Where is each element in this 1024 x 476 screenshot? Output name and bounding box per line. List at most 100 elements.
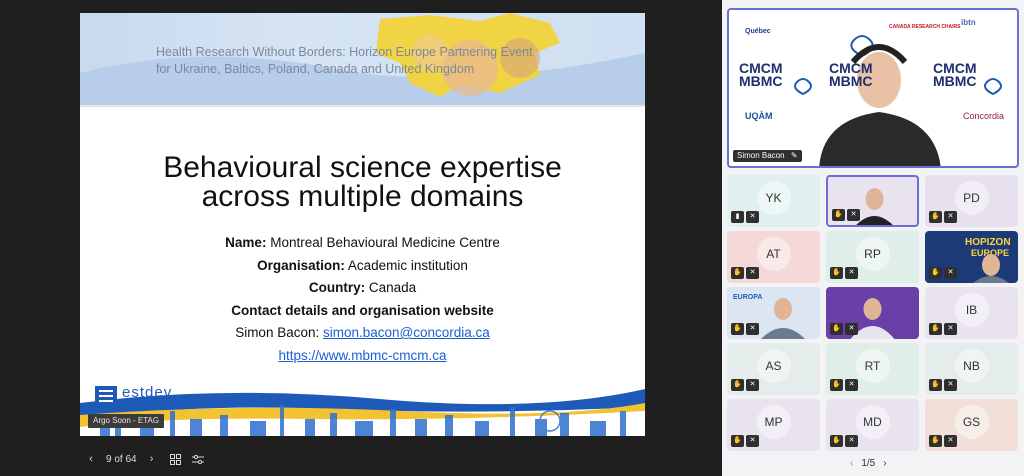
participant-avatar: PD (954, 181, 989, 215)
organisation-label: Organisation: (257, 257, 345, 273)
participant-tile[interactable]: EUROPA ✋ ✕ (727, 287, 820, 339)
hand-icon: ✋ (731, 323, 744, 335)
hand-icon: ✋ (929, 211, 942, 223)
chevron-left-icon[interactable]: ‹ (850, 458, 853, 469)
participant-tile[interactable]: ✋ ✕ (826, 287, 919, 339)
muted-mic-icon: ✕ (746, 435, 759, 447)
participant-status: ✋ ✕ (929, 267, 957, 279)
hand-icon: ✋ (832, 209, 845, 221)
crc-logo: CANADA RESEARCH CHAIRS (889, 24, 961, 30)
participant-status: ✋ ✕ (929, 379, 957, 391)
slide-title-line-1: Behavioural science expertise (163, 151, 562, 184)
participant-tile[interactable]: AT ✋ ✕ (727, 231, 820, 283)
muted-mic-icon: ✕ (845, 379, 858, 391)
participant-tile[interactable]: NB ✋ ✕ (925, 343, 1018, 395)
muted-mic-icon: ✕ (746, 267, 759, 279)
hand-icon: ✋ (731, 267, 744, 279)
participant-status: ✋ ✕ (830, 435, 858, 447)
participant-tile[interactable]: RT ✋ ✕ (826, 343, 919, 395)
participant-tile[interactable]: GS ✋ ✕ (925, 399, 1018, 451)
organisation-value: Academic institution (347, 257, 468, 273)
participant-avatar: YK (756, 181, 791, 215)
muted-mic-icon: ✕ (746, 379, 759, 391)
participant-tile[interactable]: MP ✋ ✕ (727, 399, 820, 451)
hand-icon: ✋ (731, 435, 744, 447)
concordia-logo: Concordia (963, 111, 1005, 121)
banner-line-2: for Ukraine, Baltics, Poland, Canada and… (156, 62, 475, 76)
cmcm-logo-right: CMCM MBMC (933, 61, 977, 89)
participant-avatar: MD (855, 405, 890, 439)
contact-name: Simon Bacon: (235, 325, 320, 340)
europa-label: EUROPA (733, 294, 762, 301)
participant-tile[interactable]: IB ✋ ✕ (925, 287, 1018, 339)
name-label: Name: (225, 235, 267, 250)
participant-tile[interactable]: ✋ ✕ (826, 175, 919, 227)
grid-view-icon[interactable] (167, 450, 185, 468)
participant-status: ✋ ✕ (731, 267, 759, 279)
participant-tile[interactable]: MD ✋ ✕ (826, 399, 919, 451)
hand-icon: ✋ (929, 435, 942, 447)
country-label: Country: (308, 280, 366, 295)
mbmc-text: MBMC (739, 73, 783, 89)
organisation-info: Name: Montreal Behavioural Medicine Cent… (80, 232, 645, 367)
sliders-icon[interactable] (189, 450, 207, 468)
participant-tile[interactable]: RP ✋ ✕ (826, 231, 919, 283)
muted-mic-icon: ✕ (944, 323, 957, 335)
contact-heading: Contact details and organisation website (231, 302, 494, 318)
name-value: Montreal Behavioural Medicine Centre (270, 235, 500, 250)
participant-status: ✋ ✕ (830, 267, 858, 279)
participant-tile[interactable]: YK ▮ ✕ (727, 175, 820, 227)
muted-mic-icon: ✕ (845, 435, 858, 447)
signal-icon: ▮ (731, 211, 744, 223)
chevron-right-icon[interactable]: › (143, 450, 161, 468)
participant-status: ✋ ✕ (731, 435, 759, 447)
speaker-name: Simon Bacon (737, 151, 785, 160)
hand-icon: ✋ (929, 379, 942, 391)
country-row: Country: Canada (80, 277, 645, 300)
hand-icon: ✋ (830, 267, 843, 279)
mbmc-text: MBMC (933, 73, 977, 89)
participant-status: ✋ ✕ (929, 211, 957, 223)
estdev-tagline: From the people of Estonia (122, 400, 183, 406)
participant-tile[interactable]: HOPIZON EUROPE ✋ ✕ (925, 231, 1018, 283)
active-speaker-tag: Argo Soon - ETAG (88, 414, 165, 428)
participant-status: ✋ ✕ (929, 323, 957, 335)
chevron-left-icon[interactable]: ‹ (82, 450, 100, 468)
slide-divider (80, 105, 645, 107)
pinned-speaker-tile[interactable]: Québec CANADA RESEARCH CHAIRS ibtn CMCM … (727, 8, 1019, 168)
participant-avatar: RP (855, 237, 890, 271)
slide-title-line-2: across multiple domains (201, 180, 524, 213)
participant-tile[interactable]: PD ✋ ✕ (925, 175, 1018, 227)
chevron-right-icon[interactable]: › (883, 458, 886, 469)
banner-text: Health Research Without Borders: Horizon… (156, 44, 576, 78)
participant-avatar: RT (855, 349, 890, 383)
cmcm-logo-left: CMCM MBMC (739, 61, 783, 89)
hand-icon: ✋ (929, 323, 942, 335)
participant-status: ✋ ✕ (832, 209, 860, 221)
ibtn-logo: ibtn (961, 18, 976, 27)
website-row: https://www.mbmc-cmcm.ca (80, 345, 645, 368)
participant-status: ✋ ✕ (731, 323, 759, 335)
participant-avatar: GS (954, 405, 989, 439)
contact-email-link[interactable]: simon.bacon@concordia.ca (323, 325, 490, 340)
muted-mic-icon: ✕ (746, 323, 759, 335)
muted-mic-icon: ✕ (944, 435, 957, 447)
speaker-name-tag: Simon Bacon ✎ (733, 150, 802, 162)
contact-heading-row: Contact details and organisation website (80, 300, 645, 323)
estdev-wordmark: estdev (122, 384, 173, 401)
presentation-stage: Health Research Without Borders: Horizon… (0, 0, 722, 476)
website-link[interactable]: https://www.mbmc-cmcm.ca (278, 348, 446, 363)
shared-slide: Health Research Without Borders: Horizon… (80, 13, 645, 436)
muted-mic-icon: ✕ (845, 323, 858, 335)
participant-status: ▮ ✕ (731, 211, 759, 223)
muted-mic-icon: ✕ (944, 211, 957, 223)
participant-status: ✋ ✕ (830, 323, 858, 335)
pager-label: 1/5 (861, 458, 876, 469)
participant-avatar: NB (954, 349, 989, 383)
quebec-logo: Québec (745, 28, 771, 35)
participant-pager: ‹ 1/5 › (850, 458, 887, 469)
muted-mic-icon: ✕ (845, 267, 858, 279)
participant-tile[interactable]: AS ✋ ✕ (727, 343, 820, 395)
hand-icon: ✋ (830, 435, 843, 447)
slide-title: Behavioural science expertise across mul… (80, 151, 645, 213)
